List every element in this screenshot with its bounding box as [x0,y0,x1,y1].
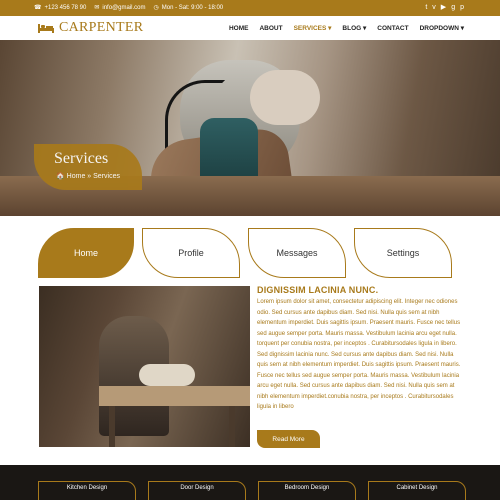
content-body: Lorem ipsum dolor sit amet, consectetur … [257,299,461,410]
breadcrumb[interactable]: 🏠 Home » Services [56,172,120,180]
service-category-buttons: Kitchen Design Door Design Bedroom Desig… [38,481,466,500]
kitchen-design-button[interactable]: Kitchen Design [38,481,136,500]
photo-bench-leg [229,406,235,447]
mail-icon: ✉ [94,5,100,11]
photo-bench-leg [109,406,115,447]
nav-about[interactable]: ABOUT [259,25,282,32]
nav-services[interactable]: SERVICES ▾ [294,24,332,32]
email-info[interactable]: ✉ info@gmail.com [94,4,145,12]
hero-photo-face [250,70,320,125]
nav-blog[interactable]: BLOG ▾ [342,24,366,32]
google-plus-icon[interactable]: g [451,3,455,12]
services-footer-band: Kitchen Design Door Design Bedroom Desig… [0,465,500,500]
hero-banner: Services 🏠 Home » Services [0,40,500,216]
page-title-badge: Services 🏠 Home » Services [34,144,142,190]
hours-info: ◷ Mon - Sat: 9:00 - 18:00 [153,4,224,12]
logo[interactable]: CARPENTER [37,20,143,36]
main-nav: HOME ABOUT SERVICES ▾ BLOG ▾ CONTACT DRO… [229,16,464,40]
page-title: Services [54,150,109,167]
hours-text: Mon - Sat: 9:00 - 18:00 [161,4,224,11]
vimeo-icon[interactable]: v [432,3,436,12]
photo-shavings [139,364,195,386]
tab-messages[interactable]: Messages [248,228,346,278]
top-info-bar: ☎ +123 456 78 90 ✉ info@gmail.com ◷ Mon - S… [0,0,500,16]
tab-settings[interactable]: Settings [354,228,452,278]
email-text[interactable]: info@gmail.com [102,5,145,11]
social-links: t v ▶ g p [425,3,464,12]
cabinet-design-button[interactable]: Cabinet Design [368,481,466,500]
photo-workbench [99,386,250,406]
contact-info: ☎ +123 456 78 90 ✉ info@gmail.com ◷ Mon - S… [34,4,224,12]
pinterest-icon[interactable]: p [460,3,464,12]
phone-icon: ☎ [34,5,42,11]
workshop-photo [39,286,250,447]
tab-profile[interactable]: Profile [142,228,240,278]
service-tabs: Home Profile Messages Settings [38,228,452,278]
bedroom-design-button[interactable]: Bedroom Design [258,481,356,500]
door-design-button[interactable]: Door Design [148,481,246,500]
site-header: CARPENTER HOME ABOUT SERVICES ▾ BLOG ▾ C… [0,16,500,40]
logo-text: CARPENTER [59,20,144,35]
twitter-icon[interactable]: t [425,3,427,12]
nav-dropdown[interactable]: DROPDOWN ▾ [420,24,464,32]
read-more-button[interactable]: Read More [257,430,320,448]
clock-icon: ◷ [153,5,159,11]
phone-text: +123 456 78 90 [44,4,87,11]
nav-contact[interactable]: CONTACT [377,25,408,32]
phone-info: ☎ +123 456 78 90 [34,4,87,12]
nav-home[interactable]: HOME [229,25,249,32]
content-heading: DIGNISSIM LACINIA NUNC. [257,285,379,295]
tab-home[interactable]: Home [38,228,134,278]
youtube-icon[interactable]: ▶ [441,3,446,12]
tab-content: DIGNISSIM LACINIA NUNC. Lorem ipsum dolo… [257,285,463,413]
bed-icon [38,24,54,33]
